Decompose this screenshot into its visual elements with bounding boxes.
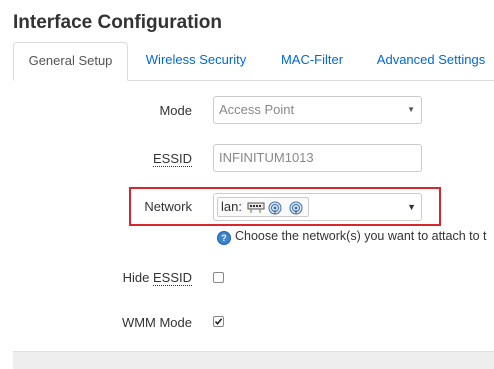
tab-bar: General Setup Wireless Security MAC-Filt… [13,42,494,81]
hide-essid-label-abbr: ESSID [152,270,192,286]
network-help-label: Choose the network(s) you want to attach… [235,229,487,243]
tab-mac-filter[interactable]: MAC-Filter [269,42,355,80]
essid-label-text: ESSID [152,151,192,167]
network-value: lan: [221,199,242,214]
mode-label: Mode [159,103,192,118]
wifi-icon [268,201,282,215]
tab-wireless-security[interactable]: Wireless Security [135,42,257,80]
page-title: Interface Configuration [13,12,223,33]
network-help-text: ? Choose the network(s) you want to attac… [217,229,487,245]
wmm-mode-checkbox[interactable] [213,316,224,327]
essid-label: ESSID [152,151,192,167]
tab-advanced-settings[interactable]: Advanced Settings [368,42,494,80]
wifi-icon [289,201,303,215]
network-chip: lan: [217,197,309,217]
essid-input[interactable]: INFINITUM1013 [213,144,422,172]
page-footer-bar [13,351,494,369]
wmm-mode-label: WMM Mode [121,315,192,330]
check-icon [214,318,223,326]
help-icon: ? [217,231,231,245]
mode-value: Access Point [219,102,295,117]
hide-essid-checkbox[interactable] [213,272,224,283]
hide-essid-label-prefix: Hide [122,270,153,285]
tab-general-setup[interactable]: General Setup [13,42,128,81]
network-label: Network [144,199,192,214]
chevron-down-icon: ▼ [407,202,416,212]
ethernet-switch-icon [247,202,265,213]
chevron-down-icon: ▼ [407,105,415,114]
network-select[interactable]: lan: ▼ [213,193,422,221]
hide-essid-label: Hide ESSID [122,270,192,286]
mode-select[interactable]: Access Point ▼ [213,96,422,124]
